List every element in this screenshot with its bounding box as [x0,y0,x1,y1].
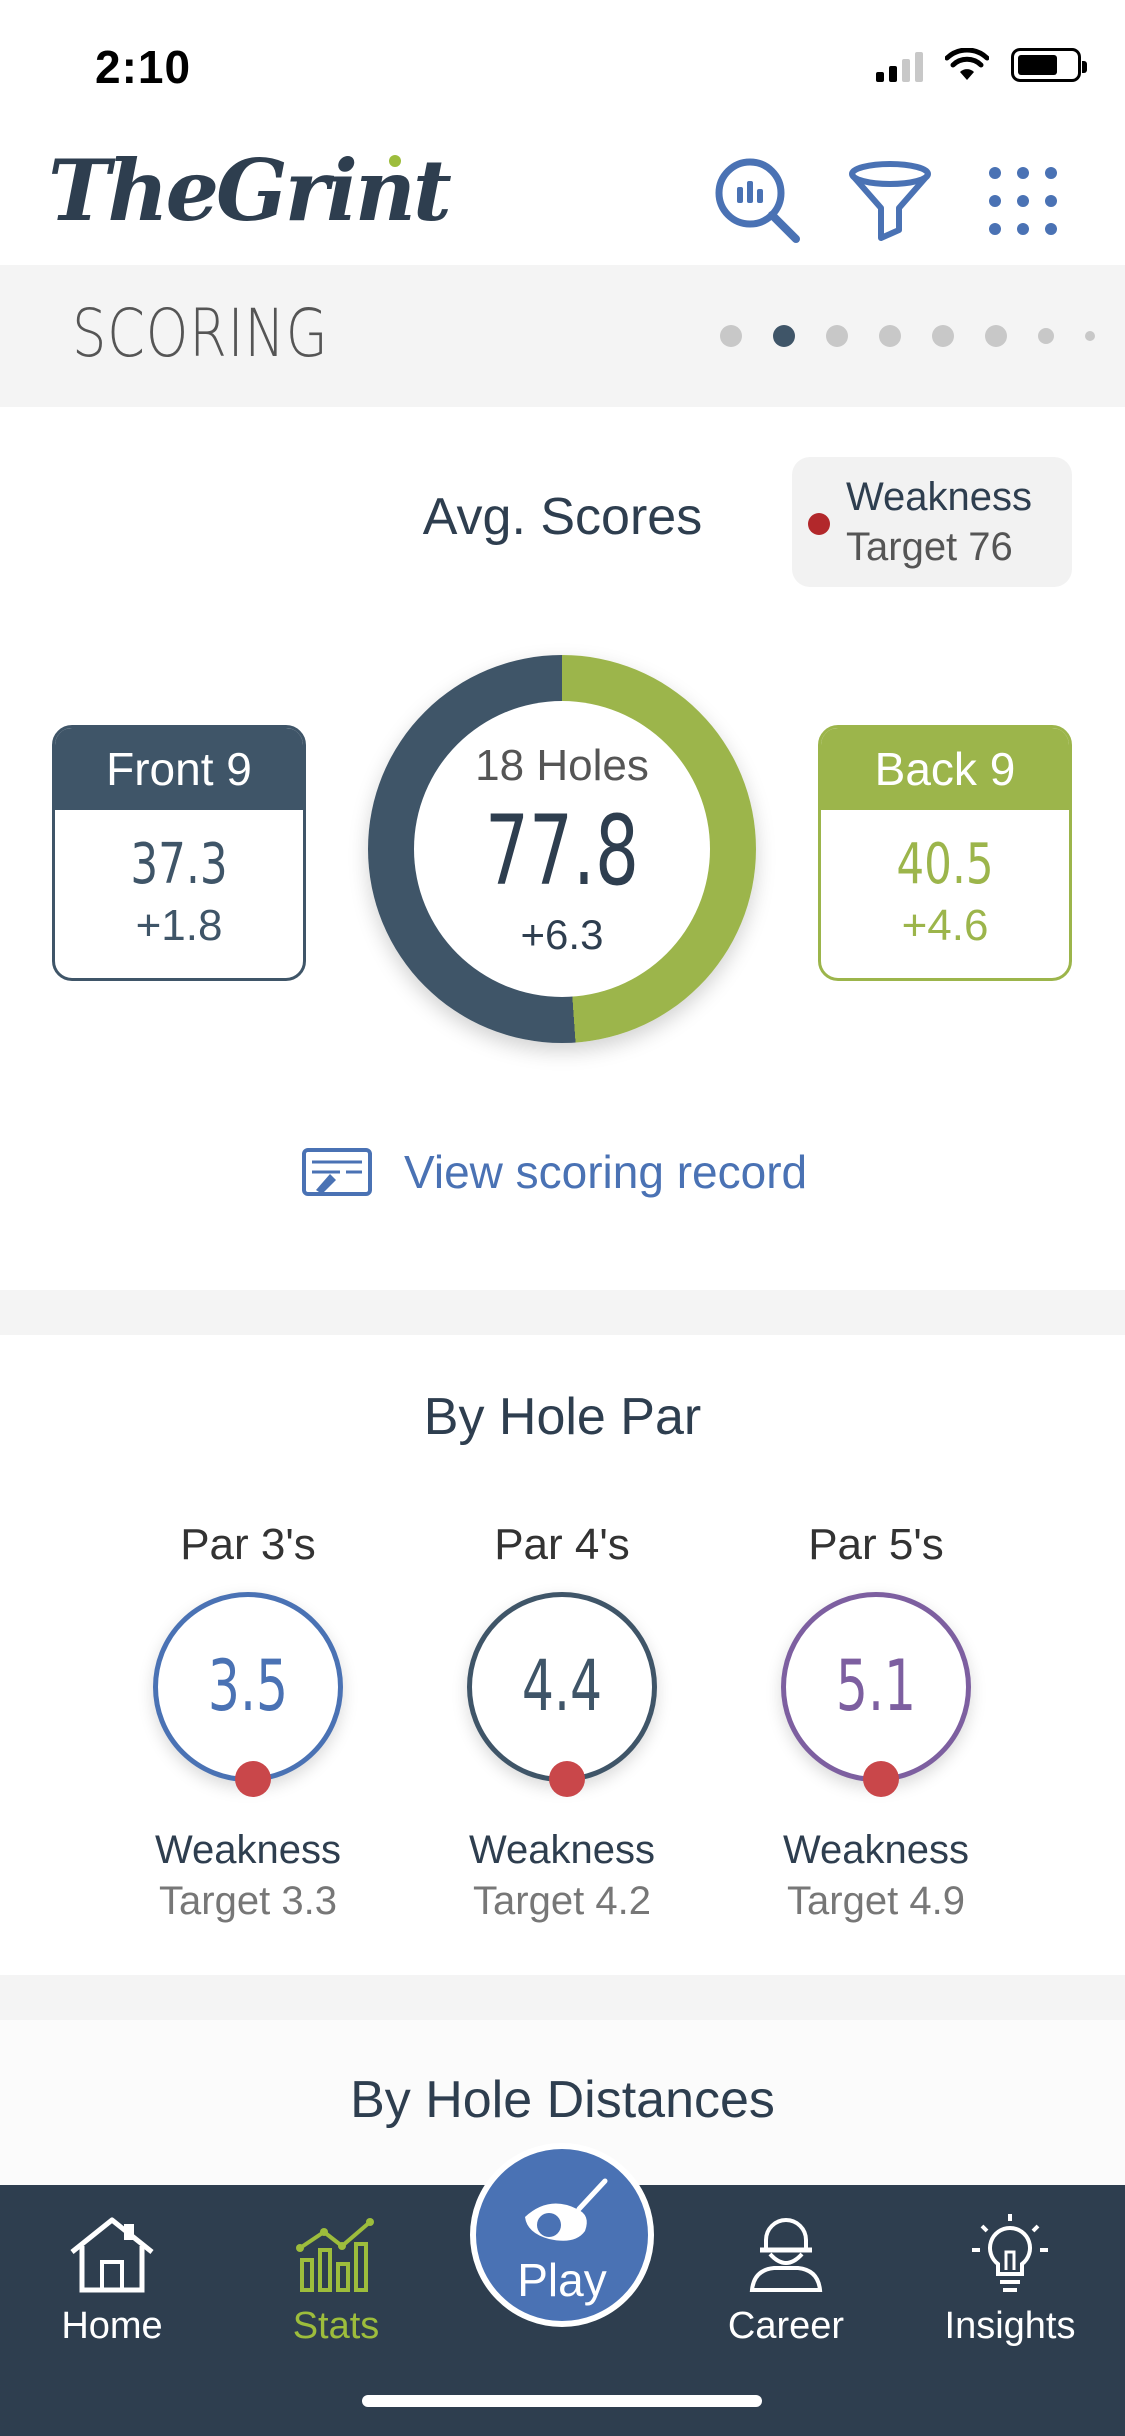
by-hole-par-title: By Hole Par [423,1388,702,1446]
stats-icon [296,2218,374,2292]
par-3-value: 3.5 [207,1645,289,1727]
front-nine-score: 37.3 [130,832,228,897]
legend-label: Weakness [846,475,1033,519]
scorecard-icon [302,1148,372,1196]
par-5-value: 5.1 [835,1645,917,1727]
page-dot[interactable] [1085,331,1095,341]
par-4-value: 4.4 [521,1645,603,1727]
eighteen-holes-donut[interactable]: 18 Holes 77.8 +6.3 [368,655,756,1043]
golf-club-icon [525,2178,608,2241]
by-hole-par-card: By Hole Par Par 3's 3.5 Weakness Target … [0,1335,1125,1975]
career-icon [749,2218,823,2292]
filter-icon [849,161,931,241]
menu-grid-button[interactable] [975,153,1071,249]
section-divider [0,1975,1125,2020]
status-bar: 2:10 [0,0,1125,135]
home-indicator[interactable] [362,2395,762,2407]
section-divider [0,1290,1125,1335]
page-dot[interactable] [879,325,901,347]
stats-search-icon [715,158,800,243]
weakness-legend: Weakness Target 76 [792,457,1072,587]
eighteen-holes-label: 18 Holes [475,741,649,790]
par-3-status: Weakness [154,1828,341,1872]
filter-button[interactable] [842,153,938,249]
tab-stats[interactable]: Stats [246,2209,426,2348]
by-hole-distances-title: By Hole Distances [350,2071,775,2129]
front-nine-label: Front 9 [55,728,303,810]
wifi-icon [945,48,989,80]
stats-search-button[interactable] [710,153,806,249]
par-3-ring: 3.5 [153,1592,343,1797]
section-header: SCORING [0,265,1125,407]
page-dot[interactable] [826,325,848,347]
par-3-label: Par 3's [180,1520,316,1569]
battery-icon [1011,48,1087,82]
par-5-status: Weakness [782,1828,969,1872]
par-5-target: Target 4.9 [787,1879,965,1923]
play-button[interactable]: Play [470,2143,654,2327]
status-time: 2:10 [95,41,192,93]
weakness-dot [808,513,830,535]
tab-career[interactable]: Career [696,2209,876,2348]
grid-menu-icon [989,167,1057,235]
weakness-dot [863,1761,899,1797]
back-nine-score: 40.5 [896,832,994,897]
tab-insights-label: Insights [944,2305,1076,2347]
tab-insights[interactable]: Insights [920,2209,1100,2348]
front-nine-box[interactable]: Front 9 37.3 +1.8 [52,725,306,981]
home-icon [70,2217,154,2293]
eighteen-holes-score: 77.8 [485,795,639,907]
par-4-target: Target 4.2 [473,1879,651,1923]
eighteen-holes-delta: +6.3 [520,911,604,958]
cellular-signal-icon [876,48,923,82]
tab-career-label: Career [727,2305,845,2347]
front-nine-delta: +1.8 [135,901,223,950]
tab-home[interactable]: Home [22,2209,202,2348]
back-nine-delta: +4.6 [901,901,989,950]
tab-stats-label: Stats [292,2305,380,2347]
page-dot-active[interactable] [773,325,795,347]
par-4-ring: 4.4 [467,1592,657,1797]
legend-target: Target 76 [846,525,1013,569]
par-3-target: Target 3.3 [159,1879,337,1923]
par-5-label: Par 5's [808,1520,944,1569]
page-dot[interactable] [720,325,742,347]
par-5-ring: 5.1 [781,1592,971,1797]
weakness-dot [549,1761,585,1797]
par-4-stat[interactable]: Par 4's 4.4 Weakness Target 4.2 [432,1520,692,1924]
avg-scores-card: Avg. Scores Weakness Target 76 Front 9 3… [0,407,1125,1290]
back-nine-label: Back 9 [821,728,1069,810]
weakness-dot [235,1761,271,1797]
logo-dot [388,155,401,167]
par-3-stat[interactable]: Par 3's 3.5 Weakness Target 3.3 [118,1520,378,1924]
app-header: TheGrint [0,135,1125,265]
play-label: Play [517,2254,607,2306]
app-logo: TheGrint [48,141,452,240]
page-dot[interactable] [985,325,1007,347]
page-dot[interactable] [1038,328,1054,344]
section-title: SCORING [72,295,329,372]
lightbulb-icon [972,2214,1048,2292]
tab-home-label: Home [61,2305,163,2347]
view-scoring-record-label: View scoring record [404,1146,808,1198]
page-indicator[interactable] [720,325,1095,347]
view-scoring-record-link[interactable]: View scoring record [300,1137,807,1207]
status-icons [876,48,1087,82]
par-4-status: Weakness [468,1828,655,1872]
page-dot[interactable] [932,325,954,347]
par-4-label: Par 4's [494,1520,630,1569]
par-5-stat[interactable]: Par 5's 5.1 Weakness Target 4.9 [746,1520,1006,1924]
back-nine-box[interactable]: Back 9 40.5 +4.6 [818,725,1072,981]
donut-center: 18 Holes 77.8 +6.3 [414,701,710,997]
logo-text: TheGrint [48,141,452,240]
